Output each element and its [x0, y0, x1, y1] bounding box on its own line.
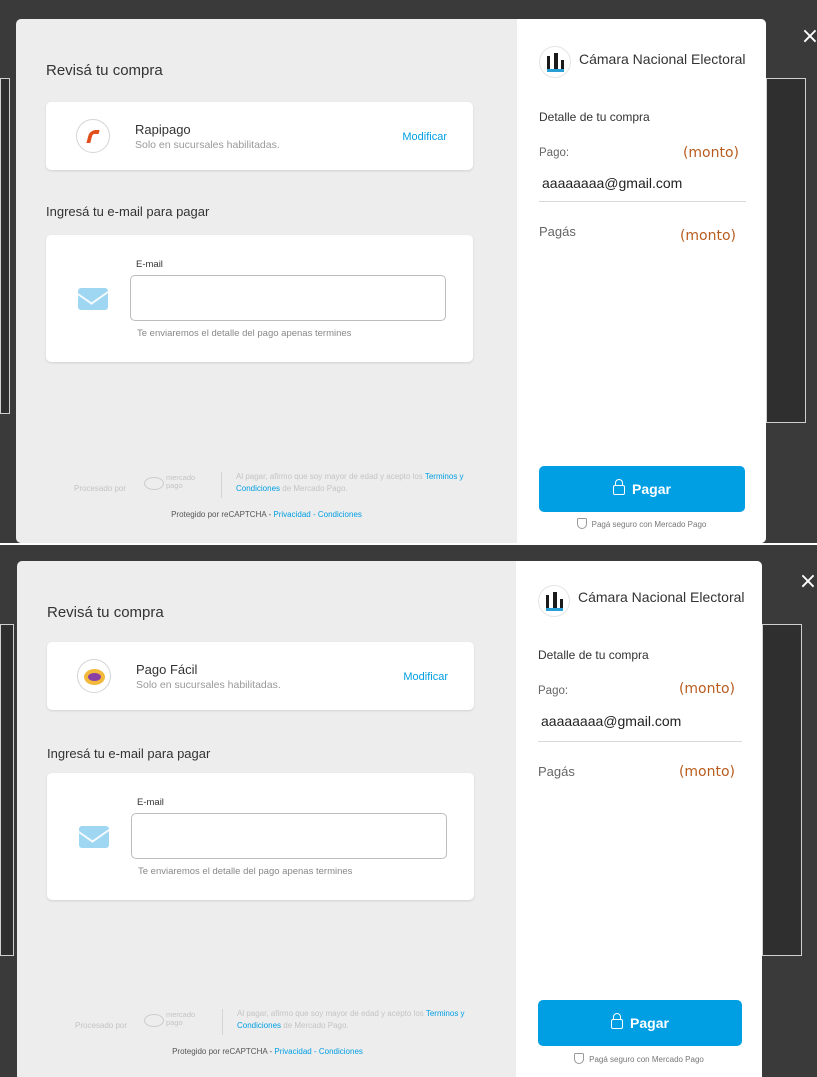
email-input[interactable] — [130, 275, 446, 321]
email-card: E-mail Te enviaremos el detalle del pago… — [46, 235, 473, 362]
envelope-icon — [79, 826, 109, 848]
lock-icon — [611, 1013, 624, 1029]
legal-prefix: Al pagar, afirmo que soy mayor de edad y… — [237, 1009, 424, 1018]
checkout-modal: Revisá tu compra Rapipago Solo en sucurs… — [16, 19, 766, 543]
legal-text: Al pagar, afirmo que soy mayor de edad y… — [236, 471, 476, 495]
recaptcha-prefix: Protegido por reCAPTCHA - — [172, 1047, 273, 1056]
checkout-modal: Revisá tu compra Pago Fácil Solo en sucu… — [17, 561, 762, 1077]
email-section-title: Ingresá tu e-mail para pagar — [47, 746, 211, 761]
total-amount: (monto) — [678, 764, 735, 780]
email-field-label: E-mail — [136, 259, 163, 270]
privacy-link[interactable]: Privacidad — [274, 1047, 311, 1056]
background-page-right — [766, 78, 806, 423]
checkout-screenshot-pago-facil: × Revisá tu compra Pago Fácil Solo en su… — [0, 543, 817, 1077]
close-icon[interactable]: × — [797, 571, 817, 593]
email-field-label: E-mail — [137, 797, 164, 808]
pay-button-label: Pagar — [632, 481, 671, 497]
recaptcha-separator: - — [313, 1047, 317, 1056]
mercado-pago-logo: mercado pago — [144, 473, 196, 492]
purchase-detail-title: Detalle de tu compra — [539, 110, 650, 124]
merchant-name: Cámara Nacional Electoral — [578, 589, 745, 605]
recaptcha-separator: - — [312, 510, 316, 519]
summary-divider — [538, 741, 742, 742]
secure-payment-text: Pagá seguro con Mercado Pago — [589, 1055, 704, 1064]
legal-suffix: de Mercado Pago. — [283, 1021, 349, 1030]
footer-divider — [222, 1009, 223, 1035]
secure-payment-note: Pagá seguro con Mercado Pago — [516, 1053, 762, 1064]
pay-button-label: Pagar — [630, 1015, 669, 1031]
email-hint: Te enviaremos el detalle del pago apenas… — [138, 866, 353, 877]
legal-text: Al pagar, afirmo que soy mayor de edad y… — [237, 1008, 477, 1032]
merchant-name: Cámara Nacional Electoral — [579, 51, 746, 67]
handshake-icon — [144, 477, 164, 490]
pago-facil-logo-icon — [77, 659, 111, 693]
close-icon[interactable]: × — [799, 26, 817, 48]
pay-button[interactable]: Pagar — [539, 466, 745, 512]
merchant-logo-icon — [538, 585, 570, 617]
processed-by-text: Procesado por — [75, 1021, 128, 1030]
payer-email: aaaaaaaa@gmail.com — [542, 175, 683, 191]
pay-button[interactable]: Pagar — [538, 1000, 742, 1046]
background-page-right — [762, 624, 802, 956]
payment-method-card: Pago Fácil Solo en sucursales habilitada… — [47, 642, 474, 710]
total-label: Pagás — [539, 224, 576, 239]
payment-method-subtitle: Solo en sucursales habilitadas. — [136, 679, 281, 691]
shield-icon — [574, 1053, 585, 1064]
payment-amount: (monto) — [678, 681, 735, 697]
payment-label: Pago: — [538, 685, 569, 697]
secure-payment-note: Pagá seguro con Mercado Pago — [517, 518, 766, 529]
processed-by-text: Procesado por — [74, 484, 127, 493]
order-summary-panel: Cámara Nacional Electoral Detalle de tu … — [516, 561, 762, 1077]
privacy-link[interactable]: Privacidad — [273, 510, 310, 519]
mercado-pago-logo-text: mercado pago — [166, 473, 196, 490]
total-label: Pagás — [538, 764, 575, 779]
rapipago-logo-icon — [76, 119, 110, 153]
payment-method-subtitle: Solo en sucursales habilitadas. — [135, 139, 280, 151]
recaptcha-notice: Protegido por reCAPTCHA - Privacidad - C… — [17, 1047, 518, 1056]
envelope-icon — [78, 288, 108, 310]
modify-payment-link[interactable]: Modificar — [402, 131, 447, 143]
lock-icon — [613, 479, 626, 495]
email-hint: Te enviaremos el detalle del pago apenas… — [137, 328, 352, 339]
payment-method-name: Rapipago — [135, 122, 191, 137]
payment-amount: (monto) — [682, 145, 739, 161]
shield-icon — [576, 518, 587, 529]
checkout-screenshot-rapipago: × Revisá tu compra Rapipago Solo en sucu… — [0, 0, 817, 543]
email-card: E-mail Te enviaremos el detalle del pago… — [47, 773, 474, 900]
payment-label: Pago: — [539, 147, 570, 159]
footer-divider — [221, 472, 222, 498]
total-amount: (monto) — [679, 228, 736, 244]
background-page-left — [0, 624, 14, 956]
payment-method-card: Rapipago Solo en sucursales habilitadas.… — [46, 102, 473, 170]
email-input[interactable] — [131, 813, 447, 859]
purchase-detail-title: Detalle de tu compra — [538, 648, 649, 662]
recaptcha-notice: Protegido por reCAPTCHA - Privacidad - C… — [16, 510, 517, 519]
background-page-left — [0, 78, 10, 414]
mercado-pago-logo: mercado pago — [144, 1010, 196, 1029]
secure-payment-text: Pagá seguro con Mercado Pago — [591, 520, 707, 529]
order-summary-panel: Cámara Nacional Electoral Detalle de tu … — [517, 19, 766, 543]
handshake-icon — [144, 1014, 164, 1027]
email-section-title: Ingresá tu e-mail para pagar — [46, 204, 210, 219]
review-title: Revisá tu compra — [47, 604, 164, 621]
legal-prefix: Al pagar, afirmo que soy mayor de edad y… — [236, 472, 423, 481]
payer-email: aaaaaaaa@gmail.com — [541, 713, 682, 729]
summary-divider — [539, 201, 746, 202]
recaptcha-prefix: Protegido por reCAPTCHA - — [171, 510, 272, 519]
review-title: Revisá tu compra — [46, 62, 163, 79]
mercado-pago-logo-text: mercado pago — [166, 1010, 196, 1027]
payment-method-name: Pago Fácil — [136, 662, 198, 677]
merchant-logo-icon — [539, 46, 571, 78]
conditions-link[interactable]: Condiciones — [318, 510, 362, 519]
checkout-left-panel: Revisá tu compra Pago Fácil Solo en sucu… — [17, 561, 518, 1077]
checkout-left-panel: Revisá tu compra Rapipago Solo en sucurs… — [16, 19, 517, 543]
modify-payment-link[interactable]: Modificar — [403, 671, 448, 683]
conditions-link[interactable]: Condiciones — [319, 1047, 363, 1056]
legal-suffix: de Mercado Pago. — [282, 484, 348, 493]
